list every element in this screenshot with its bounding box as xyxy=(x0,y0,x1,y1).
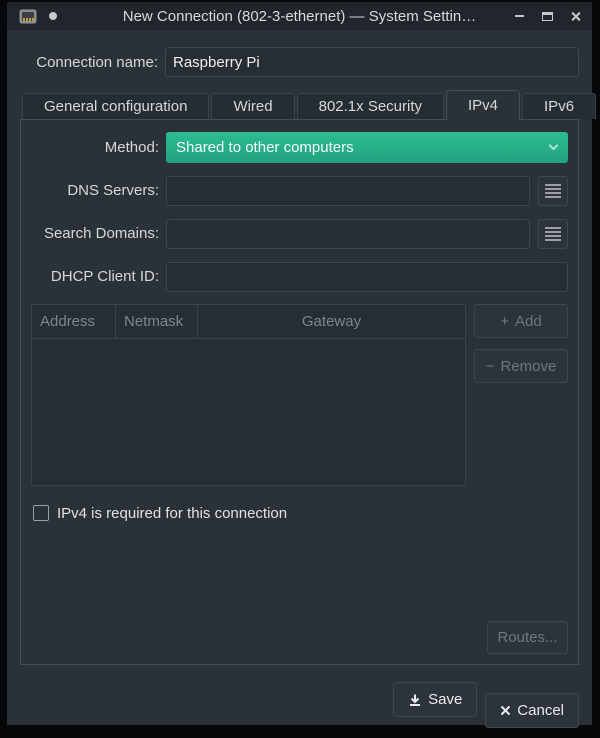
dns-servers-input[interactable] xyxy=(166,176,530,206)
titlebar[interactable]: New Connection (802-3-ethernet) — System… xyxy=(7,2,592,30)
method-selected-value: Shared to other computers xyxy=(176,139,354,156)
minimize-icon xyxy=(515,15,524,17)
chevron-down-icon xyxy=(549,141,559,151)
address-buttons: + Add −Remove xyxy=(474,304,568,383)
app-indicator-dot xyxy=(49,12,57,20)
tab-ipv4[interactable]: IPv4 xyxy=(446,90,520,120)
close-icon xyxy=(570,11,581,22)
addresses-table-header: Address Netmask Gateway xyxy=(32,305,465,339)
ipv4-required-label: IPv4 is required for this connection xyxy=(57,505,287,522)
remove-button-label: Remove xyxy=(500,358,556,375)
list-edit-icon xyxy=(545,227,561,241)
cancel-button-label: Cancel xyxy=(517,702,564,719)
column-header-netmask[interactable]: Netmask xyxy=(116,305,198,338)
addresses-table-body[interactable] xyxy=(32,339,465,485)
dhcp-client-id-input[interactable] xyxy=(166,262,568,292)
ipv4-required-row: IPv4 is required for this connection xyxy=(31,503,568,523)
ipv4-tab-panel: Method: Shared to other computers DNS Se… xyxy=(20,119,579,665)
dhcp-client-id-label: DHCP Client ID: xyxy=(31,268,159,285)
column-header-address[interactable]: Address xyxy=(32,305,116,338)
search-domains-label: Search Domains: xyxy=(31,225,159,242)
search-domains-edit-list-button[interactable] xyxy=(538,219,568,249)
minimize-button[interactable] xyxy=(510,7,528,25)
connection-name-row: Connection name: xyxy=(20,47,579,77)
column-header-gateway[interactable]: Gateway xyxy=(198,305,465,338)
ipv4-required-checkbox[interactable] xyxy=(33,505,49,521)
close-button[interactable] xyxy=(566,7,584,25)
method-dropdown[interactable]: Shared to other computers xyxy=(166,132,568,163)
tab-ipv6[interactable]: IPv6 xyxy=(522,93,596,119)
tab-wired[interactable]: Wired xyxy=(211,93,294,119)
dialog-content: Connection name: General configuration W… xyxy=(7,30,592,728)
cancel-icon xyxy=(500,705,511,716)
window-controls xyxy=(510,7,584,25)
routes-button[interactable]: Routes... xyxy=(487,621,568,654)
method-row: Method: Shared to other computers xyxy=(31,132,568,163)
save-button[interactable]: Save xyxy=(393,682,477,717)
addresses-table[interactable]: Address Netmask Gateway xyxy=(31,304,466,486)
routes-button-label: Routes... xyxy=(497,629,557,646)
dns-servers-label: DNS Servers: xyxy=(31,182,159,199)
dns-servers-row: DNS Servers: xyxy=(31,175,568,206)
ethernet-icon xyxy=(19,9,37,24)
search-domains-input[interactable] xyxy=(166,219,530,249)
tab-bar: General configuration Wired 802.1x Secur… xyxy=(20,89,579,119)
add-button-label: Add xyxy=(515,313,542,330)
dns-servers-edit-list-button[interactable] xyxy=(538,176,568,206)
maximize-button[interactable] xyxy=(538,7,556,25)
save-icon xyxy=(408,693,422,707)
tab-8021x-security[interactable]: 802.1x Security xyxy=(297,93,444,119)
window-title: New Connection (802-3-ethernet) — System… xyxy=(7,8,592,25)
connection-name-label: Connection name: xyxy=(20,54,158,71)
list-edit-icon xyxy=(545,184,561,198)
routes-row: Routes... xyxy=(31,621,568,654)
addresses-section: Address Netmask Gateway + Add −Remove xyxy=(31,304,568,486)
maximize-icon xyxy=(542,12,553,21)
minus-icon: − xyxy=(486,358,495,375)
tab-general-configuration[interactable]: General configuration xyxy=(22,93,209,119)
connection-name-input[interactable] xyxy=(165,47,579,77)
remove-address-button[interactable]: −Remove xyxy=(474,349,568,383)
dhcp-client-id-row: DHCP Client ID: xyxy=(31,261,568,292)
cancel-button[interactable]: Cancel xyxy=(485,693,579,728)
search-domains-row: Search Domains: xyxy=(31,218,568,249)
method-label: Method: xyxy=(31,139,159,156)
plus-icon: + xyxy=(500,313,509,330)
save-button-label: Save xyxy=(428,691,462,708)
add-address-button[interactable]: + Add xyxy=(474,304,568,338)
settings-window: New Connection (802-3-ethernet) — System… xyxy=(7,2,592,725)
dialog-buttons: Save Cancel xyxy=(20,682,579,728)
